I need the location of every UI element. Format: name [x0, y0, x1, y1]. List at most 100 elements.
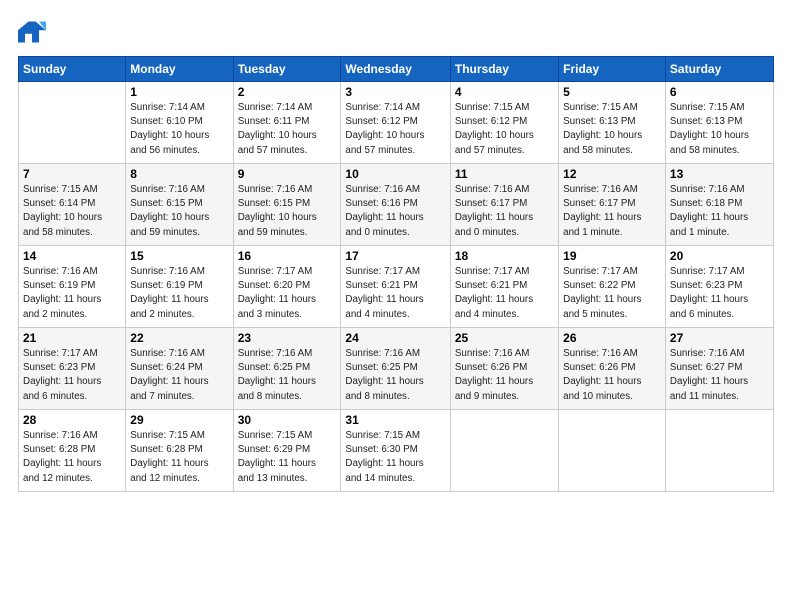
- day-number: 11: [455, 167, 554, 181]
- week-row-4: 21 Sunrise: 7:17 AMSunset: 6:23 PMDayligh…: [19, 328, 774, 410]
- day-cell: 15 Sunrise: 7:16 AMSunset: 6:19 PMDayligh…: [126, 246, 233, 328]
- day-info: Sunrise: 7:16 AMSunset: 6:15 PMDaylight:…: [238, 183, 337, 240]
- day-number: 16: [238, 249, 337, 263]
- day-cell: 27 Sunrise: 7:16 AMSunset: 6:27 PMDayligh…: [665, 328, 773, 410]
- day-number: 19: [563, 249, 661, 263]
- day-info: Sunrise: 7:15 AMSunset: 6:13 PMDaylight:…: [563, 101, 661, 158]
- day-info: Sunrise: 7:16 AMSunset: 6:24 PMDaylight:…: [130, 347, 228, 404]
- day-number: 13: [670, 167, 769, 181]
- day-info: Sunrise: 7:17 AMSunset: 6:23 PMDaylight:…: [670, 265, 769, 322]
- day-cell: 11 Sunrise: 7:16 AMSunset: 6:17 PMDayligh…: [450, 164, 558, 246]
- day-cell: 14 Sunrise: 7:16 AMSunset: 6:19 PMDayligh…: [19, 246, 126, 328]
- day-cell: [19, 82, 126, 164]
- day-info: Sunrise: 7:14 AMSunset: 6:10 PMDaylight:…: [130, 101, 228, 158]
- day-info: Sunrise: 7:16 AMSunset: 6:19 PMDaylight:…: [23, 265, 121, 322]
- day-cell: [665, 410, 773, 492]
- day-cell: 6 Sunrise: 7:15 AMSunset: 6:13 PMDaylight…: [665, 82, 773, 164]
- day-info: Sunrise: 7:16 AMSunset: 6:28 PMDaylight:…: [23, 429, 121, 486]
- week-row-2: 7 Sunrise: 7:15 AMSunset: 6:14 PMDaylight…: [19, 164, 774, 246]
- day-cell: 29Sunrise: 7:15 AMSunset: 6:28 PMDayligh…: [126, 410, 233, 492]
- weekday-header-saturday: Saturday: [665, 57, 773, 82]
- week-row-5: 28 Sunrise: 7:16 AMSunset: 6:28 PMDayligh…: [19, 410, 774, 492]
- day-cell: 18Sunrise: 7:17 AMSunset: 6:21 PMDayligh…: [450, 246, 558, 328]
- day-number: 22: [130, 331, 228, 345]
- day-info: Sunrise: 7:16 AMSunset: 6:26 PMDaylight:…: [563, 347, 661, 404]
- day-number: 30: [238, 413, 337, 427]
- weekday-header-row: SundayMondayTuesdayWednesdayThursdayFrid…: [19, 57, 774, 82]
- day-info: Sunrise: 7:17 AMSunset: 6:22 PMDaylight:…: [563, 265, 661, 322]
- weekday-header-friday: Friday: [559, 57, 666, 82]
- day-cell: 4Sunrise: 7:15 AMSunset: 6:12 PMDaylight…: [450, 82, 558, 164]
- day-info: Sunrise: 7:16 AMSunset: 6:18 PMDaylight:…: [670, 183, 769, 240]
- day-number: 25: [455, 331, 554, 345]
- day-number: 9: [238, 167, 337, 181]
- day-info: Sunrise: 7:16 AMSunset: 6:26 PMDaylight:…: [455, 347, 554, 404]
- day-cell: 1 Sunrise: 7:14 AMSunset: 6:10 PMDaylight…: [126, 82, 233, 164]
- day-cell: 16 Sunrise: 7:17 AMSunset: 6:20 PMDayligh…: [233, 246, 341, 328]
- day-number: 15: [130, 249, 228, 263]
- day-cell: 20 Sunrise: 7:17 AMSunset: 6:23 PMDayligh…: [665, 246, 773, 328]
- day-info: Sunrise: 7:16 AMSunset: 6:16 PMDaylight:…: [345, 183, 445, 240]
- day-info: Sunrise: 7:17 AMSunset: 6:21 PMDaylight:…: [455, 265, 554, 322]
- day-info: Sunrise: 7:17 AMSunset: 6:20 PMDaylight:…: [238, 265, 337, 322]
- day-cell: 8 Sunrise: 7:16 AMSunset: 6:15 PMDaylight…: [126, 164, 233, 246]
- day-cell: [450, 410, 558, 492]
- day-info: Sunrise: 7:16 AMSunset: 6:17 PMDaylight:…: [563, 183, 661, 240]
- day-number: 31: [345, 413, 445, 427]
- day-cell: 17 Sunrise: 7:17 AMSunset: 6:21 PMDayligh…: [341, 246, 450, 328]
- day-cell: 31 Sunrise: 7:15 AMSunset: 6:30 PMDayligh…: [341, 410, 450, 492]
- day-number: 20: [670, 249, 769, 263]
- day-info: Sunrise: 7:14 AMSunset: 6:11 PMDaylight:…: [238, 101, 337, 158]
- logo-icon: [18, 18, 46, 46]
- day-info: Sunrise: 7:16 AMSunset: 6:27 PMDaylight:…: [670, 347, 769, 404]
- day-cell: 30Sunrise: 7:15 AMSunset: 6:29 PMDayligh…: [233, 410, 341, 492]
- weekday-header-thursday: Thursday: [450, 57, 558, 82]
- day-cell: 13 Sunrise: 7:16 AMSunset: 6:18 PMDayligh…: [665, 164, 773, 246]
- day-info: Sunrise: 7:17 AMSunset: 6:23 PMDaylight:…: [23, 347, 121, 404]
- day-cell: 3Sunrise: 7:14 AMSunset: 6:12 PMDaylight…: [341, 82, 450, 164]
- weekday-header-wednesday: Wednesday: [341, 57, 450, 82]
- day-number: 28: [23, 413, 121, 427]
- calendar-table: SundayMondayTuesdayWednesdayThursdayFrid…: [18, 56, 774, 492]
- day-info: Sunrise: 7:16 AMSunset: 6:15 PMDaylight:…: [130, 183, 228, 240]
- day-number: 21: [23, 331, 121, 345]
- day-info: Sunrise: 7:16 AMSunset: 6:25 PMDaylight:…: [238, 347, 337, 404]
- day-cell: 23 Sunrise: 7:16 AMSunset: 6:25 PMDayligh…: [233, 328, 341, 410]
- day-number: 8: [130, 167, 228, 181]
- day-info: Sunrise: 7:16 AMSunset: 6:25 PMDaylight:…: [345, 347, 445, 404]
- day-cell: 9 Sunrise: 7:16 AMSunset: 6:15 PMDaylight…: [233, 164, 341, 246]
- day-cell: 25 Sunrise: 7:16 AMSunset: 6:26 PMDayligh…: [450, 328, 558, 410]
- day-info: Sunrise: 7:14 AMSunset: 6:12 PMDaylight:…: [345, 101, 445, 158]
- day-cell: 5 Sunrise: 7:15 AMSunset: 6:13 PMDaylight…: [559, 82, 666, 164]
- week-row-3: 14 Sunrise: 7:16 AMSunset: 6:19 PMDayligh…: [19, 246, 774, 328]
- weekday-header-monday: Monday: [126, 57, 233, 82]
- day-number: 17: [345, 249, 445, 263]
- day-number: 23: [238, 331, 337, 345]
- day-info: Sunrise: 7:15 AMSunset: 6:28 PMDaylight:…: [130, 429, 228, 486]
- day-info: Sunrise: 7:15 AMSunset: 6:13 PMDaylight:…: [670, 101, 769, 158]
- day-cell: 19 Sunrise: 7:17 AMSunset: 6:22 PMDayligh…: [559, 246, 666, 328]
- day-number: 14: [23, 249, 121, 263]
- day-info: Sunrise: 7:15 AMSunset: 6:30 PMDaylight:…: [345, 429, 445, 486]
- day-number: 2: [238, 85, 337, 99]
- day-info: Sunrise: 7:16 AMSunset: 6:19 PMDaylight:…: [130, 265, 228, 322]
- day-cell: [559, 410, 666, 492]
- day-number: 7: [23, 167, 121, 181]
- day-number: 12: [563, 167, 661, 181]
- day-info: Sunrise: 7:17 AMSunset: 6:21 PMDaylight:…: [345, 265, 445, 322]
- day-cell: 2 Sunrise: 7:14 AMSunset: 6:11 PMDaylight…: [233, 82, 341, 164]
- day-number: 5: [563, 85, 661, 99]
- week-row-1: 1 Sunrise: 7:14 AMSunset: 6:10 PMDaylight…: [19, 82, 774, 164]
- day-number: 6: [670, 85, 769, 99]
- day-info: Sunrise: 7:15 AMSunset: 6:14 PMDaylight:…: [23, 183, 121, 240]
- header: [18, 18, 774, 46]
- day-number: 27: [670, 331, 769, 345]
- day-cell: 21 Sunrise: 7:17 AMSunset: 6:23 PMDayligh…: [19, 328, 126, 410]
- day-number: 10: [345, 167, 445, 181]
- day-cell: 10 Sunrise: 7:16 AMSunset: 6:16 PMDayligh…: [341, 164, 450, 246]
- day-cell: 26Sunrise: 7:16 AMSunset: 6:26 PMDayligh…: [559, 328, 666, 410]
- day-cell: 22 Sunrise: 7:16 AMSunset: 6:24 PMDayligh…: [126, 328, 233, 410]
- day-number: 1: [130, 85, 228, 99]
- day-info: Sunrise: 7:16 AMSunset: 6:17 PMDaylight:…: [455, 183, 554, 240]
- day-info: Sunrise: 7:15 AMSunset: 6:12 PMDaylight:…: [455, 101, 554, 158]
